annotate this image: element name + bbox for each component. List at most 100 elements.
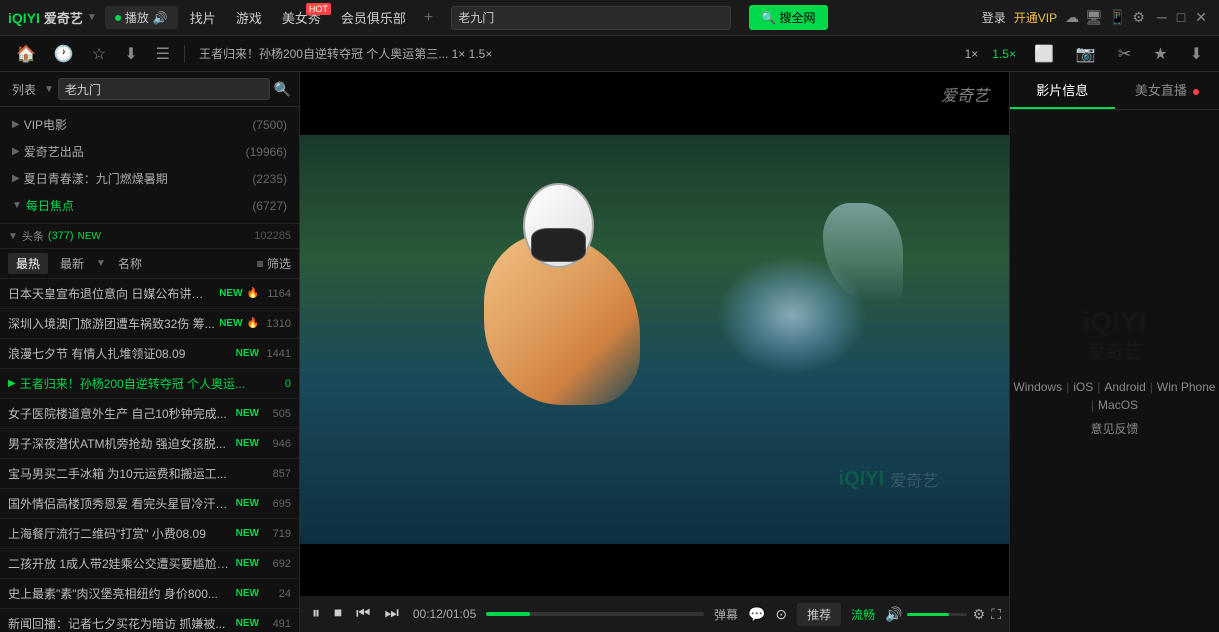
toolbar-separator [184, 45, 185, 63]
news-item-11[interactable]: 新闻回播：记者七夕买花为暗访 抓嫌被... NEW 491 [0, 609, 299, 632]
news-item-8[interactable]: 上海餐厅流行二维码"打赏" 小费08.09 NEW 719 [0, 519, 299, 549]
quality-button[interactable]: 流畅 [847, 606, 879, 623]
tab-movie-info[interactable]: 影片信息 [1010, 72, 1115, 109]
search-button[interactable]: 🔍 搜全网 [749, 5, 827, 30]
collapse-arrow-icon: ▼ [12, 200, 22, 211]
sidebar-item-summer[interactable]: ▶ 夏日青春漾：九门燃燥暑期 (2235) [0, 165, 299, 192]
sub-collapse-icon[interactable]: ▼ [8, 231, 18, 242]
feedback-link[interactable]: 意见反馈 [1090, 422, 1138, 436]
speed15x-button[interactable]: 1.5× [988, 45, 1020, 63]
download-toolbar-icon[interactable]: ⬇ [116, 44, 145, 64]
volume-icon[interactable]: 🔊 [885, 606, 902, 623]
feedback-area: 意见反馈 [1010, 420, 1219, 437]
dropdown-icon[interactable]: ▼ [87, 12, 97, 23]
video-player[interactable]: 爱奇艺 iQIYI 爱奇艺 [300, 72, 1009, 596]
news-item-2[interactable]: 浪漫七夕节 有情人扎堆领证08.09 NEW 1441 [0, 339, 299, 369]
sidebar-search-icon[interactable]: 🔍 [274, 81, 291, 98]
filter-button[interactable]: ≡ 筛选 [257, 255, 291, 272]
filter-label: 筛选 [267, 257, 291, 271]
news-item-10[interactable]: 史上最素"素"肉汉堡亮相纽约 身价800... NEW 24 [0, 579, 299, 609]
monitor-icon[interactable]: 🖥 [1085, 9, 1103, 26]
sidebar-item-daily-focus[interactable]: ▼ 每日焦点 (6727) [0, 192, 299, 219]
favorite-toolbar-icon[interactable]: ☆ [84, 44, 114, 64]
prev-button[interactable]: ⏮ [352, 605, 374, 623]
play-nav-button[interactable]: 播放 🔊 [105, 6, 178, 29]
platform-winphone[interactable]: Win Phone [1157, 380, 1216, 394]
news-list: 日本天皇宣布退位意向 日媒公布讲话全... NEW 🔥 1164 深圳入境澳门旅… [0, 279, 299, 632]
filter-new-dropdown-icon[interactable]: ▼ [96, 258, 106, 269]
pause-button[interactable]: ⏸ [308, 605, 324, 623]
news-count: 0 [285, 378, 291, 390]
member-nav-item[interactable]: 会员俱乐部 [333, 5, 414, 30]
news-title: 女子医院楼道意外生产 自己10秒钟完成... [8, 405, 232, 422]
star-toolbar-icon[interactable]: ★ [1145, 44, 1175, 64]
platform-windows[interactable]: Windows [1013, 380, 1062, 394]
filter-hot-tab[interactable]: 最热 [8, 253, 48, 274]
cloud-icon[interactable]: ☁ [1065, 9, 1079, 26]
expand-arrow-icon: ▶ [12, 146, 20, 157]
add-nav-button[interactable]: + [418, 6, 439, 30]
beauty-nav-item[interactable]: 美女秀 HOT [274, 5, 329, 30]
news-item-6[interactable]: 宝马男买二手冰箱 为10元运费和搬运工... 857 [0, 459, 299, 489]
news-item-5[interactable]: 男子深夜潜伏ATM机旁抢劫 强迫女孩脱... NEW 946 [0, 429, 299, 459]
separator: | [1091, 398, 1094, 412]
iqiyi-text-watermark: 爱奇艺 [890, 467, 938, 491]
platform-ios[interactable]: iOS [1073, 380, 1093, 394]
news-item-0[interactable]: 日本天皇宣布退位意向 日媒公布讲话全... NEW 🔥 1164 [0, 279, 299, 309]
history-toolbar-icon[interactable]: 🕐 [46, 44, 82, 64]
search-input[interactable] [458, 11, 724, 25]
news-item-7[interactable]: 国外情侣高楼顶秀恩爱 看完头星冒冷汗0... NEW 695 [0, 489, 299, 519]
platform-android[interactable]: Android [1104, 380, 1145, 394]
cat-count: (19966) [246, 145, 287, 159]
volume-slider[interactable] [907, 613, 967, 616]
progress-bar[interactable] [486, 612, 704, 616]
volume-control: 🔊 [885, 606, 966, 623]
phone-icon[interactable]: 📱 [1109, 9, 1126, 26]
danmu-toggle-button[interactable]: 💬 [748, 606, 765, 623]
platform-macos[interactable]: MacOS [1098, 398, 1138, 412]
recommend-button[interactable]: 推荐 [797, 603, 841, 626]
login-button[interactable]: 登录 [982, 9, 1006, 26]
video-watermark: 爱奇艺 [941, 82, 989, 106]
crop-icon[interactable]: ✂ [1110, 44, 1139, 64]
tab-live[interactable]: 美女直播 [1115, 72, 1219, 109]
category-list: ▶ VIP电影 (7500) ▶ 爱奇艺出品 (19966) ▶ 夏日青春漾：九… [0, 107, 299, 224]
fullscreen-button[interactable]: ⛶ [991, 606, 1001, 623]
danmu-send-button[interactable]: ⊙ [771, 606, 791, 623]
restore-button[interactable]: □ [1173, 9, 1189, 26]
vip-button[interactable]: 开通VIP [1014, 9, 1057, 26]
list-label[interactable]: 列表 [8, 79, 40, 100]
minimize-button[interactable]: ─ [1153, 9, 1171, 26]
find-nav-item[interactable]: 找片 [182, 5, 224, 30]
download-toolbar-btn[interactable]: ⬇ [1182, 44, 1211, 64]
app-logo[interactable]: iQIYI 爱奇艺 ▼ [8, 8, 97, 27]
cat-label: 每日焦点 [26, 197, 74, 214]
list-toolbar-icon[interactable]: ☰ [148, 44, 178, 64]
news-item-4[interactable]: 女子医院楼道意外生产 自己10秒钟完成... NEW 505 [0, 399, 299, 429]
filter-name-tab[interactable]: 名称 [110, 253, 150, 274]
filter-new-tab[interactable]: 最新 [52, 253, 92, 274]
stop-button[interactable]: ⏹ [330, 605, 346, 623]
sub-category-header: ▼ 头条 (377) NEW 102285 [0, 224, 299, 249]
list-dropdown-icon[interactable]: ▼ [44, 84, 54, 95]
separator: | [1066, 380, 1069, 394]
snapshot-icon[interactable]: 📷 [1068, 44, 1104, 64]
news-title: 王者归来！孙杨200自逆转夺冠 个人奥运... [20, 375, 281, 392]
home-toolbar-icon[interactable]: 🏠 [8, 44, 44, 64]
close-button[interactable]: ✕ [1191, 9, 1211, 26]
sidebar: 列表 ▼ 🔍 ▶ VIP电影 (7500) ▶ 爱奇艺出品 (19966) ▶ … [0, 72, 300, 632]
news-item-9[interactable]: 二孩开放 1成人带2娃乘公交遭买要尴尬0... NEW 692 [0, 549, 299, 579]
cat-label: 爱奇艺出品 [24, 143, 84, 160]
news-item-3[interactable]: ▶ 王者归来！孙杨200自逆转夺冠 个人奥运... 0 [0, 369, 299, 399]
game-nav-item[interactable]: 游戏 [228, 5, 270, 30]
next-button[interactable]: ⏭ [380, 605, 402, 623]
player-settings-button[interactable]: ⚙ [973, 606, 986, 623]
right-panel: 影片信息 美女直播 iQIYI 爱奇艺 Windows | iOS | Andr… [1009, 72, 1219, 632]
screen-size-icon[interactable]: ⬜ [1026, 44, 1062, 64]
sidebar-item-vip-movies[interactable]: ▶ VIP电影 (7500) [0, 111, 299, 138]
sidebar-search-input[interactable] [58, 78, 270, 100]
settings-icon[interactable]: ⚙ [1132, 9, 1145, 26]
sidebar-item-iqiyi-original[interactable]: ▶ 爱奇艺出品 (19966) [0, 138, 299, 165]
speed1x-button[interactable]: 1× [961, 45, 983, 63]
news-item-1[interactable]: 深圳入境澳门旅游团遭车祸致32伤 筹... NEW 🔥 1310 [0, 309, 299, 339]
